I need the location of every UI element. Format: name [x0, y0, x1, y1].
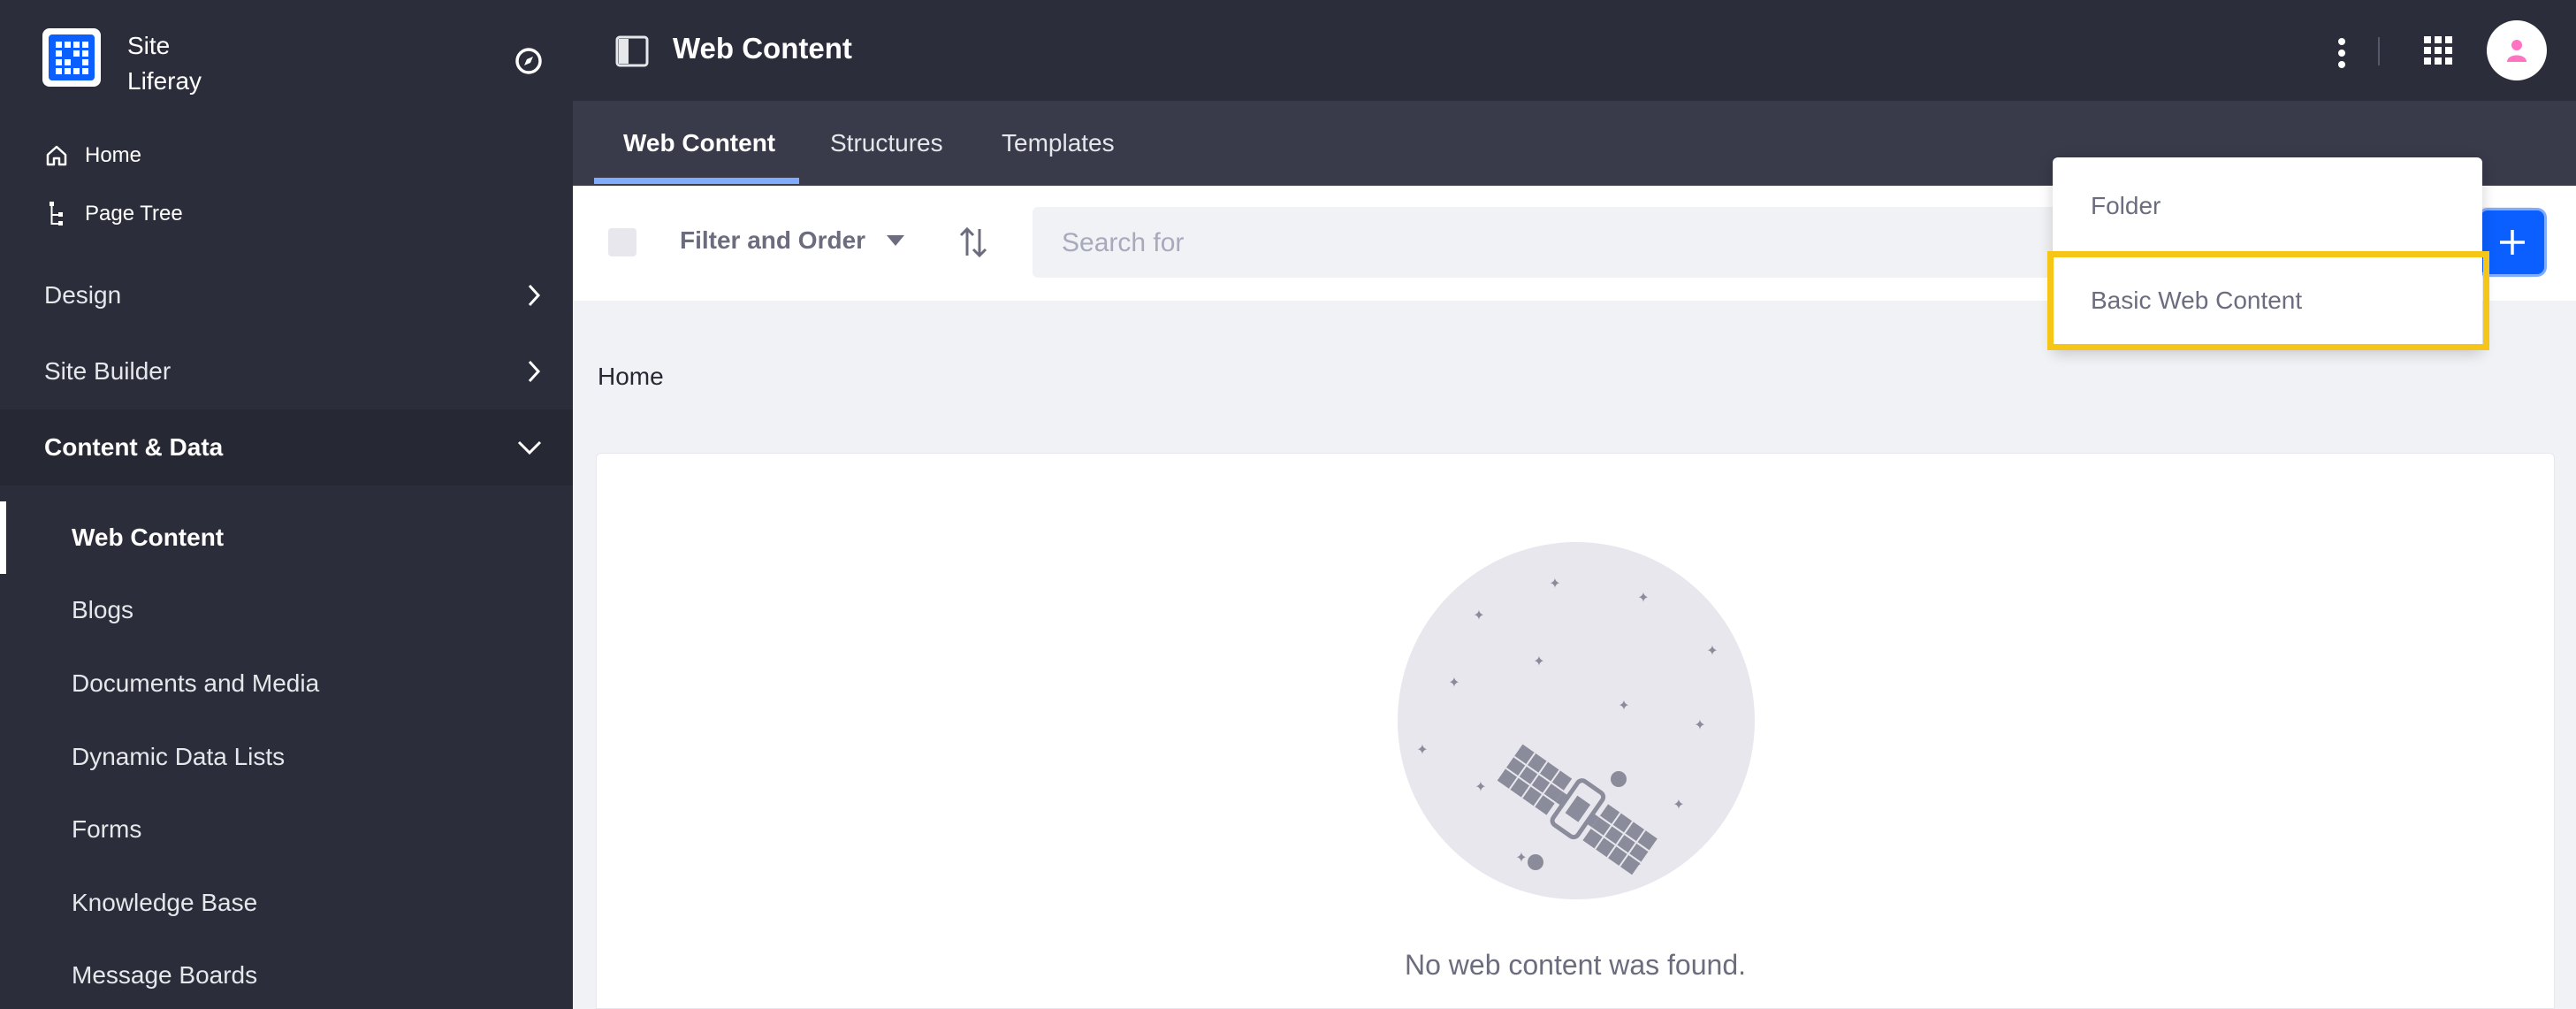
- site-name: Site Liferay: [127, 28, 202, 99]
- empty-state-message: No web content was found.: [1404, 949, 1746, 981]
- user-avatar[interactable]: [2487, 20, 2547, 80]
- svg-text:✦: ✦: [1637, 589, 1649, 606]
- apps-grid-icon[interactable]: [2423, 35, 2453, 65]
- site-logo: [42, 28, 101, 87]
- nav-page-tree-label: Page Tree: [85, 202, 183, 225]
- svg-text:✦: ✦: [1515, 849, 1527, 866]
- svg-text:✦: ✦: [1618, 697, 1629, 714]
- nav-page-tree[interactable]: Page Tree: [44, 200, 183, 228]
- sidebar-item-label: Web Content: [72, 524, 225, 551]
- search-placeholder: Search for: [1062, 228, 1185, 257]
- sidebar-item-blogs[interactable]: Blogs: [0, 574, 573, 646]
- svg-text:✦: ✦: [1706, 642, 1718, 659]
- site-name-line1: Site: [127, 32, 171, 59]
- section-design-label: Design: [44, 281, 122, 309]
- sidebar-item-web-content[interactable]: Web Content: [0, 501, 573, 574]
- section-site-builder[interactable]: Site Builder: [0, 333, 573, 409]
- page-tree-icon: [50, 202, 63, 225]
- svg-text:✦: ✦: [1533, 653, 1544, 669]
- section-design[interactable]: Design: [0, 257, 573, 333]
- sidebar-item-label: Documents and Media: [72, 669, 320, 697]
- site-name-line2: Liferay: [127, 67, 202, 95]
- section-content-data[interactable]: Content & Data: [0, 409, 573, 485]
- sidebar-item-documents-and-media[interactable]: Documents and Media: [0, 647, 573, 720]
- filter-label: Filter and Order: [680, 226, 866, 254]
- breadcrumb[interactable]: Home: [598, 363, 664, 391]
- toolbar-divider: [2378, 37, 2380, 65]
- tab-templates[interactable]: Templates: [1002, 129, 1115, 157]
- content-card: ✦ ✦ ✦ ✦ ✦ ✦ ✦ ✦ ✦ ✦ ✦ ✦ ✦: [596, 453, 2555, 1009]
- svg-text:✦: ✦: [1473, 607, 1484, 623]
- user-icon: [2507, 40, 2526, 62]
- sidebar-toggle-icon[interactable]: [615, 35, 649, 67]
- sidebar-item-forms[interactable]: Forms: [0, 793, 573, 866]
- sidebar-item-label: Knowledge Base: [72, 889, 258, 916]
- site-brand[interactable]: Site Liferay: [42, 28, 202, 99]
- control-menu: Web Content: [573, 0, 2576, 101]
- chevron-right-icon: [528, 284, 541, 307]
- menu-item-folder[interactable]: Folder: [2091, 192, 2161, 220]
- tab-structures[interactable]: Structures: [830, 129, 943, 157]
- page-title: Web Content: [673, 32, 852, 65]
- sidebar-item-label: Message Boards: [72, 961, 258, 989]
- nav-home[interactable]: Home: [44, 143, 141, 168]
- chevron-down-icon: [517, 440, 542, 455]
- sidebar-item-label: Forms: [72, 815, 142, 843]
- svg-text:✦: ✦: [1549, 575, 1560, 592]
- select-all-checkbox[interactable]: [608, 228, 636, 256]
- svg-text:✦: ✦: [1694, 716, 1705, 733]
- compass-icon[interactable]: [514, 46, 544, 76]
- svg-text:✦: ✦: [1673, 796, 1684, 813]
- sidebar-item-message-boards[interactable]: Message Boards: [0, 939, 573, 1009]
- svg-text:✦: ✦: [1416, 741, 1428, 758]
- sort-icon[interactable]: [958, 225, 988, 259]
- chevron-right-icon: [528, 360, 541, 383]
- product-menu-sidebar: Site Liferay Home Page Tree Design Site …: [0, 0, 573, 1009]
- options-vertical-icon[interactable]: [2333, 35, 2351, 71]
- svg-text:✦: ✦: [1448, 674, 1459, 691]
- filter-and-order-dropdown[interactable]: Filter and Order: [680, 226, 905, 255]
- section-site-builder-label: Site Builder: [44, 357, 171, 385]
- section-content-data-label: Content & Data: [44, 433, 224, 461]
- svg-text:✦: ✦: [1475, 778, 1486, 795]
- nav-home-label: Home: [85, 143, 142, 167]
- sidebar-item-knowledge-base[interactable]: Knowledge Base: [0, 867, 573, 939]
- add-button[interactable]: [2481, 210, 2544, 274]
- home-icon: [46, 145, 67, 166]
- satellite-empty-state-icon: ✦ ✦ ✦ ✦ ✦ ✦ ✦ ✦ ✦ ✦ ✦ ✦ ✦: [1398, 542, 1755, 899]
- plus-icon: [2500, 230, 2525, 255]
- highlight-box: [2047, 251, 2489, 350]
- caret-down-icon: [887, 235, 905, 246]
- active-tab-indicator: [594, 178, 799, 184]
- tab-web-content[interactable]: Web Content: [623, 129, 775, 157]
- sidebar-item-label: Dynamic Data Lists: [72, 743, 286, 770]
- sidebar-item-dynamic-data-lists[interactable]: Dynamic Data Lists: [0, 721, 573, 793]
- sidebar-item-label: Blogs: [72, 596, 134, 623]
